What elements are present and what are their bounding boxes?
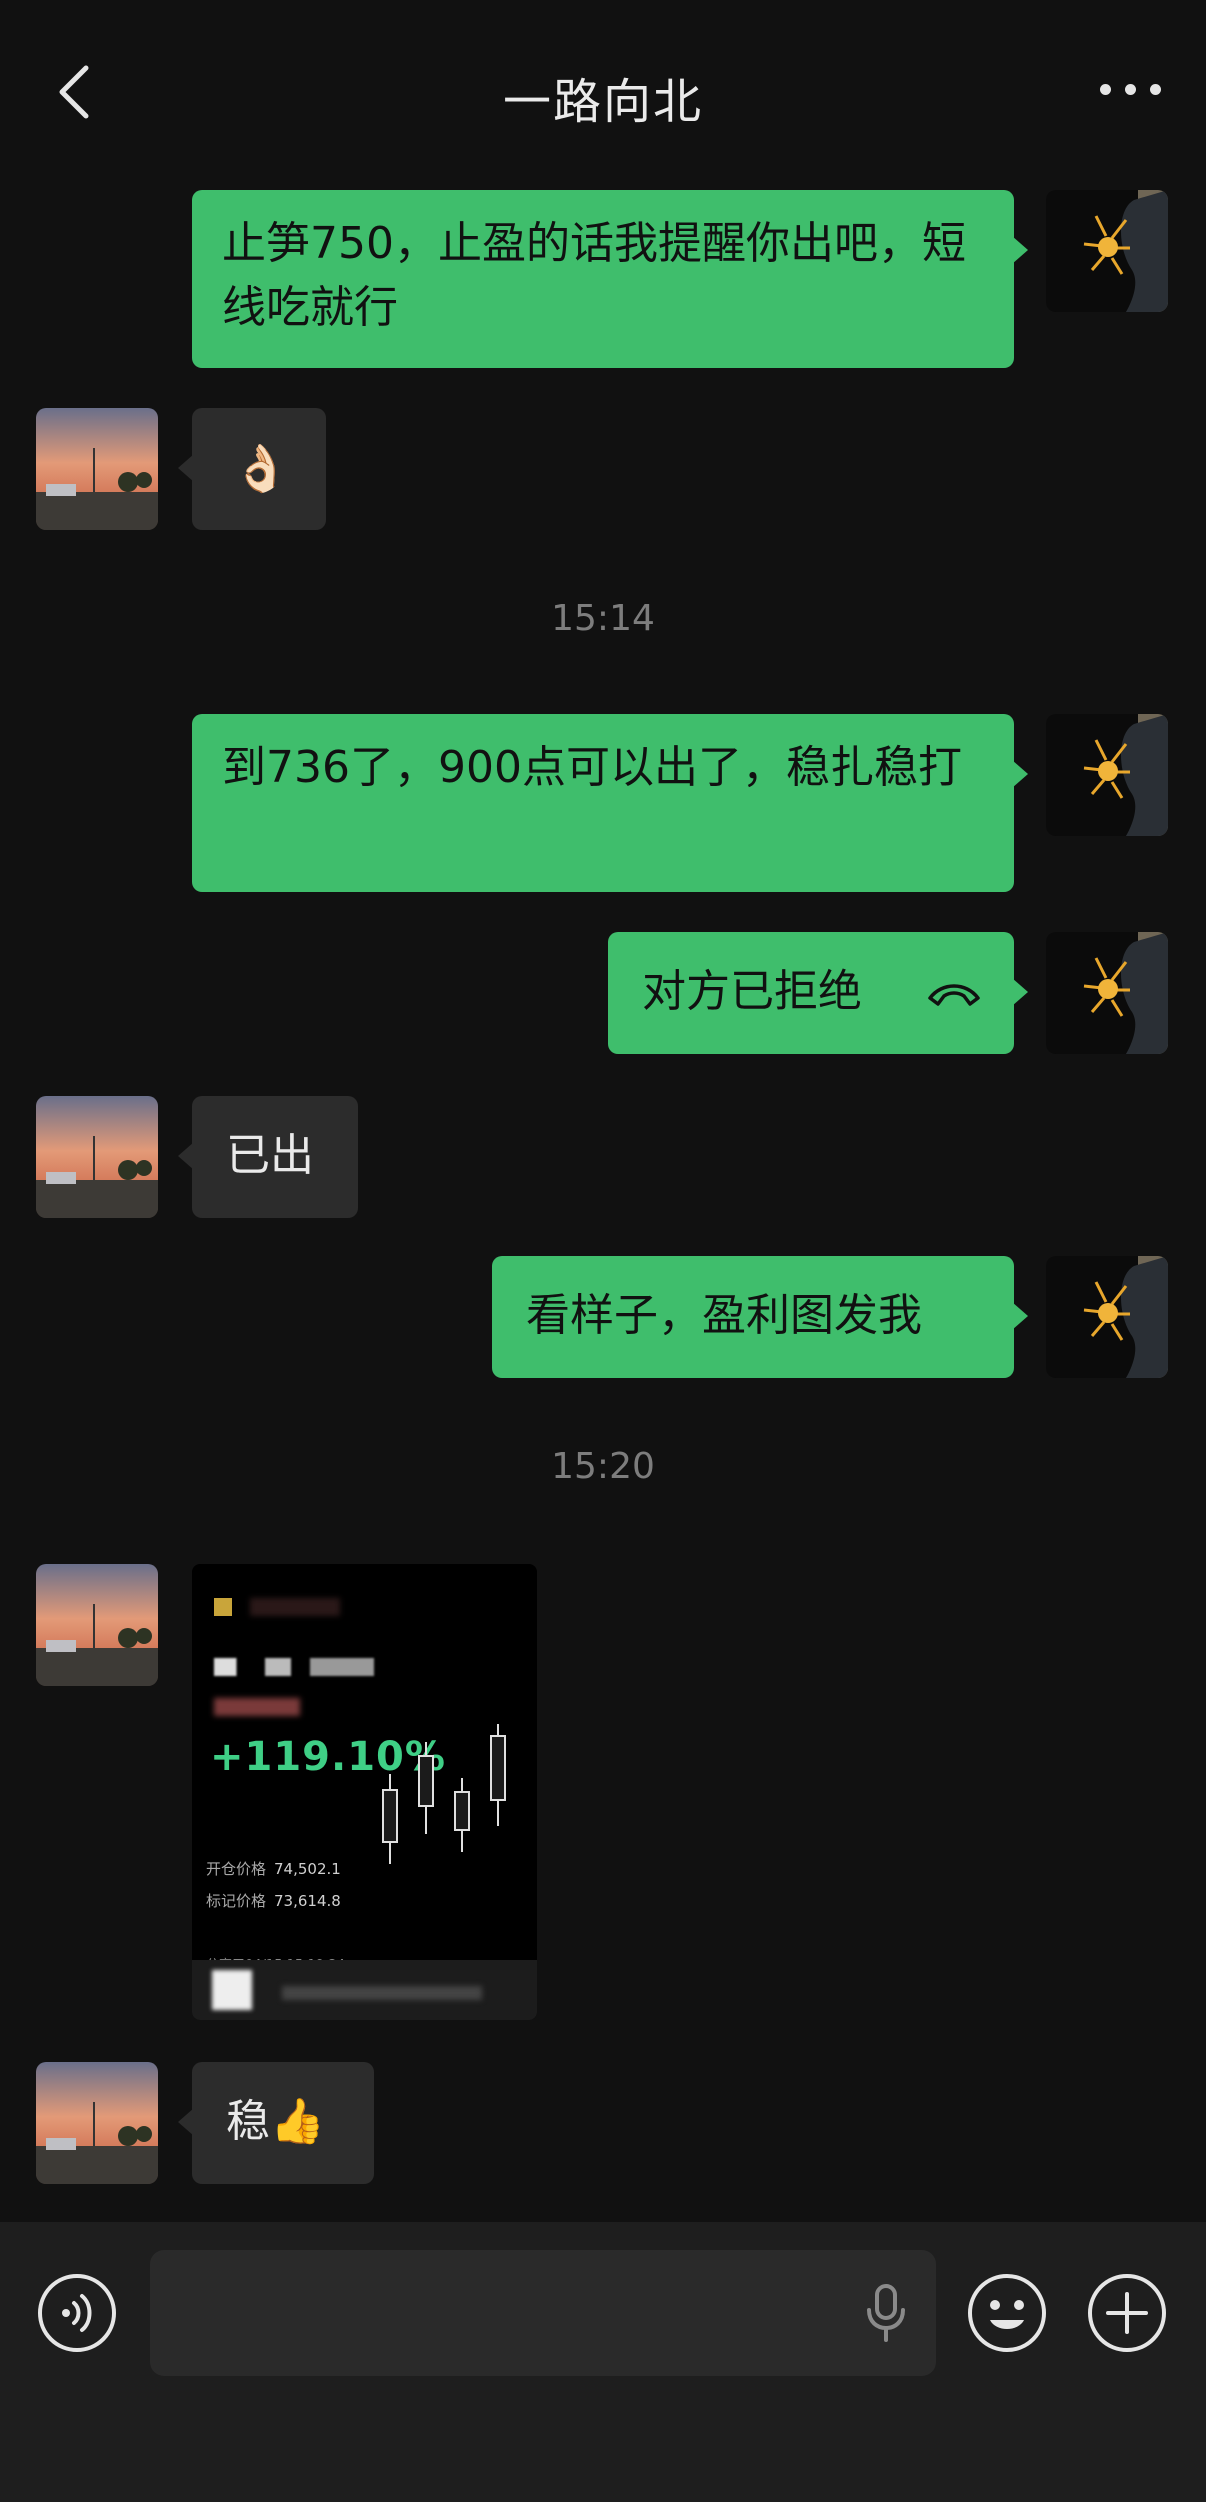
contact-avatar[interactable] <box>36 2062 158 2184</box>
image-message-trading-screenshot[interactable]: +119.10% 开仓价格74,502.1 标记价格73,614.8 分享于04… <box>192 1564 537 2020</box>
call-status-text: 对方已拒绝 <box>642 966 862 1017</box>
message-text: 看样子，盈利图发我 <box>526 1290 922 1341</box>
my-avatar[interactable] <box>1046 714 1168 836</box>
candlestick-graphic <box>382 1724 506 1864</box>
message-bubble-other[interactable]: 已出 <box>178 1096 358 1218</box>
message-bubble-me[interactable]: 到736了，900点可以出了，稳扎稳打 <box>192 714 1028 892</box>
blurred-text <box>214 1658 374 1676</box>
emoji-button[interactable] <box>966 2272 1048 2354</box>
emoji-face-icon <box>968 2274 1046 2352</box>
open-price-row: 开仓价格 74,502.1 <box>206 1858 341 1879</box>
message-input[interactable] <box>150 2250 936 2376</box>
more-dots-icon <box>1100 84 1111 95</box>
hang-up-phone-icon <box>928 984 980 1006</box>
message-bubble-me[interactable]: 止笋750，止盈的话我提醒你出吧，短线吃就行 <box>192 190 1028 368</box>
call-declined-bubble[interactable]: 对方已拒绝 <box>608 932 1028 1054</box>
voice-mode-icon <box>38 2274 116 2352</box>
message-bubble-other[interactable]: 👌🏻 <box>178 408 326 530</box>
input-bar <box>0 2222 1206 2502</box>
open-price-value: 74,502.1 <box>274 1860 341 1878</box>
contact-avatar[interactable] <box>36 408 158 530</box>
more-options-button[interactable] <box>1096 70 1166 110</box>
message-list[interactable]: 止笋750，止盈的话我提醒你出吧，短线吃就行 👌🏻 15:14 到736了，90… <box>0 190 1206 2220</box>
mark-price-label: 标记价格 <box>206 1892 267 1910</box>
voice-mode-button[interactable] <box>36 2272 118 2354</box>
contact-avatar[interactable] <box>36 1564 158 1686</box>
my-avatar[interactable] <box>1046 1256 1168 1378</box>
chat-header: 一路向北 <box>0 0 1206 190</box>
my-avatar[interactable] <box>1046 190 1168 312</box>
my-avatar[interactable] <box>1046 932 1168 1054</box>
contact-avatar[interactable] <box>36 1096 158 1218</box>
more-functions-button[interactable] <box>1086 2272 1168 2354</box>
microphone-icon <box>867 2284 905 2342</box>
message-bubble-other[interactable]: 稳👍 <box>178 2062 374 2184</box>
timestamp: 15:20 <box>551 1446 655 1487</box>
blurred-text <box>250 1598 340 1616</box>
message-text: 止笋750，止盈的话我提醒你出吧，短线吃就行 <box>222 218 966 333</box>
message-text: 到736了，900点可以出了，稳扎稳打 <box>222 742 962 793</box>
blurred-footer <box>192 1960 537 2020</box>
mark-price-row: 标记价格 73,614.8 <box>206 1890 341 1911</box>
open-price-label: 开仓价格 <box>206 1860 267 1878</box>
voice-input-button[interactable] <box>864 2282 908 2344</box>
timestamp: 15:14 <box>551 598 655 639</box>
message-text: 已出 <box>226 1130 314 1181</box>
blurred-logo <box>214 1598 232 1616</box>
ok-hand-emoji: 👌🏻 <box>232 441 290 495</box>
mark-price-value: 73,614.8 <box>274 1892 341 1910</box>
message-bubble-me[interactable]: 看样子，盈利图发我 <box>492 1256 1028 1378</box>
chat-title: 一路向北 <box>502 74 703 130</box>
plus-icon <box>1088 2274 1166 2352</box>
message-text: 稳👍 <box>226 2096 325 2147</box>
blurred-text <box>214 1698 300 1716</box>
